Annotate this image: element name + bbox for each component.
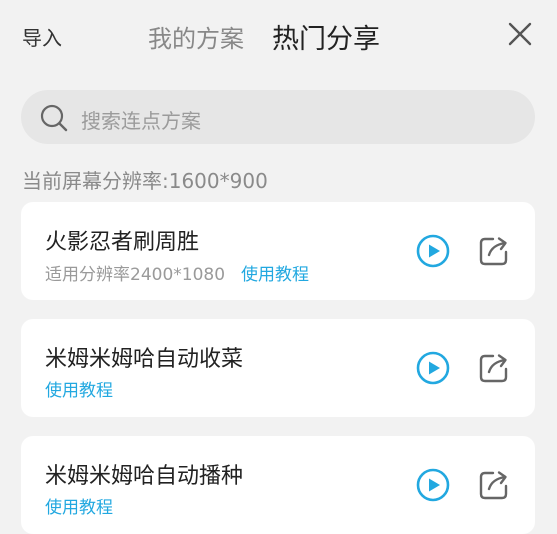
tutorial-link[interactable]: 使用教程 xyxy=(45,493,113,518)
search-placeholder: 搜索连点方案 xyxy=(81,109,201,133)
scheme-resolution: 适用分辨率2400*1080 xyxy=(45,265,226,285)
search-bar[interactable]: 搜索连点方案 xyxy=(21,90,535,144)
share-icon[interactable] xyxy=(478,352,510,384)
play-icon[interactable] xyxy=(416,468,450,502)
search-icon xyxy=(40,104,68,132)
share-icon[interactable] xyxy=(478,235,510,267)
tutorial-link[interactable]: 使用教程 xyxy=(241,260,309,285)
current-resolution: 当前屏幕分辨率:1600*900 xyxy=(22,169,268,193)
tab-hot-shares[interactable]: 热门分享 xyxy=(272,17,380,56)
import-button[interactable]: 导入 xyxy=(22,22,62,51)
scheme-card: 火影忍者刷周胜 适用分辨率2400*1080 使用教程 xyxy=(21,202,535,300)
play-icon[interactable] xyxy=(416,234,450,268)
tab-my-schemes[interactable]: 我的方案 xyxy=(148,19,244,54)
scheme-title: 米姆米姆哈自动播种 xyxy=(45,464,244,489)
scheme-title: 火影忍者刷周胜 xyxy=(45,230,200,255)
header: 导入 我的方案 热门分享 xyxy=(0,0,557,70)
play-icon[interactable] xyxy=(416,351,450,385)
share-icon[interactable] xyxy=(478,469,510,501)
close-icon[interactable] xyxy=(506,20,534,48)
tutorial-link[interactable]: 使用教程 xyxy=(45,376,113,401)
scheme-title: 米姆米姆哈自动收菜 xyxy=(45,347,244,372)
scheme-card: 米姆米姆哈自动收菜 使用教程 xyxy=(21,319,535,417)
scheme-card: 米姆米姆哈自动播种 使用教程 xyxy=(21,436,535,534)
